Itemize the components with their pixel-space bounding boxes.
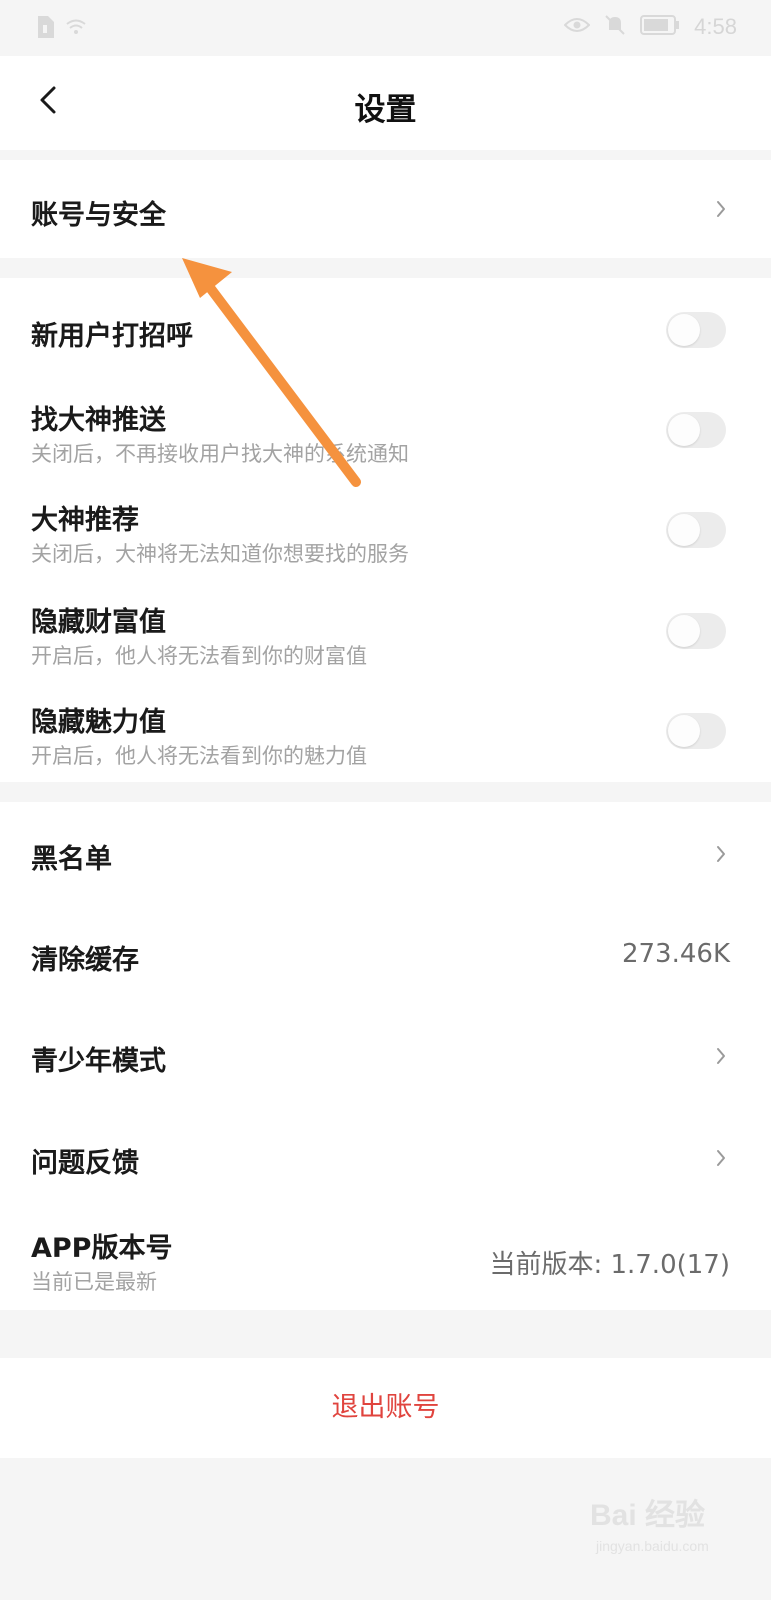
blacklist-label: 黑名单 [31, 844, 112, 875]
clear-cache-label: 清除缓存 [31, 945, 139, 976]
toggle-row-hide-wealth: 隐藏财富值 开启后，他人将无法看到你的财富值 [0, 580, 771, 680]
toggle-subtitle: 开启后，他人将无法看到你的财富值 [31, 644, 367, 668]
toggle-title: 隐藏财富值 [31, 607, 166, 638]
watermark-sub: jingyan.baidu.com [596, 1538, 709, 1554]
chevron-right-icon [711, 844, 731, 864]
app-version-row: APP版本号 当前已是最新 当前版本: 1.7.0(17) [0, 1208, 771, 1310]
toggle-title: 新用户打招呼 [31, 321, 193, 352]
master-push-toggle[interactable] [666, 412, 726, 448]
logout-button[interactable]: 退出账号 [0, 1358, 771, 1458]
toggle-title: 隐藏魅力值 [31, 707, 166, 738]
account-group: 账号与安全 [0, 160, 771, 258]
watermark-main: Bai 经验 [590, 1499, 706, 1532]
clear-cache-row[interactable]: 清除缓存 273.46K [0, 904, 771, 1004]
chevron-right-icon [711, 1046, 731, 1066]
battery-icon [640, 14, 680, 40]
toggle-subtitle: 关闭后，不再接收用户找大神的系统通知 [31, 442, 409, 466]
toggle-row-new-user-greeting: 新用户打招呼 [0, 278, 771, 380]
toggle-title: 找大神推送 [31, 405, 166, 436]
app-version-status: 当前已是最新 [31, 1270, 157, 1294]
status-time: 4:58 [694, 14, 737, 39]
blacklist-row[interactable]: 黑名单 [0, 802, 771, 904]
youth-mode-label: 青少年模式 [31, 1046, 166, 1077]
hide-charm-toggle[interactable] [666, 713, 726, 749]
settings-page: 4:58 设置 账号与安全 新用户打招呼 找大神推送 关闭后，不再接收用户找大神… [0, 0, 771, 1600]
chevron-right-icon [711, 199, 731, 219]
toggle-subtitle: 开启后，他人将无法看到你的魅力值 [31, 744, 367, 768]
master-recommend-toggle[interactable] [666, 512, 726, 548]
account-security-label: 账号与安全 [31, 200, 166, 231]
nav-bar: 设置 [0, 56, 771, 150]
chevron-right-icon [711, 1148, 731, 1168]
account-security-row[interactable]: 账号与安全 [0, 160, 771, 258]
status-bar: 4:58 [0, 0, 771, 56]
privacy-toggles-group: 新用户打招呼 找大神推送 关闭后，不再接收用户找大神的系统通知 大神推荐 关闭后… [0, 278, 771, 782]
cache-size-value: 273.46K [621, 939, 730, 969]
app-version-label: APP版本号 [31, 1233, 173, 1264]
feedback-row[interactable]: 问题反馈 [0, 1106, 771, 1208]
new-user-greeting-toggle[interactable] [666, 312, 726, 348]
toggle-title: 大神推荐 [31, 505, 139, 536]
toggle-subtitle: 关闭后，大神将无法知道你想要找的服务 [31, 542, 409, 566]
misc-settings-group: 黑名单 清除缓存 273.46K 青少年模式 问题反馈 APP版本号 当前已是最… [0, 802, 771, 1310]
sim-icon [36, 16, 54, 42]
toggle-row-master-recommend: 大神推荐 关闭后，大神将无法知道你想要找的服务 [0, 480, 771, 580]
toggle-row-master-push: 找大神推送 关闭后，不再接收用户找大神的系统通知 [0, 380, 771, 480]
mute-icon [604, 14, 626, 40]
page-title: 设置 [354, 92, 417, 128]
baidu-watermark: Bai 经验 jingyan.baidu.com [590, 1490, 740, 1570]
wifi-icon [66, 19, 86, 39]
feedback-label: 问题反馈 [31, 1148, 139, 1179]
youth-mode-row[interactable]: 青少年模式 [0, 1004, 771, 1106]
app-version-value: 当前版本: 1.7.0(17) [489, 1250, 730, 1280]
hide-wealth-toggle[interactable] [666, 613, 726, 649]
eye-icon [563, 17, 591, 37]
toggle-row-hide-charm: 隐藏魅力值 开启后，他人将无法看到你的魅力值 [0, 680, 771, 782]
